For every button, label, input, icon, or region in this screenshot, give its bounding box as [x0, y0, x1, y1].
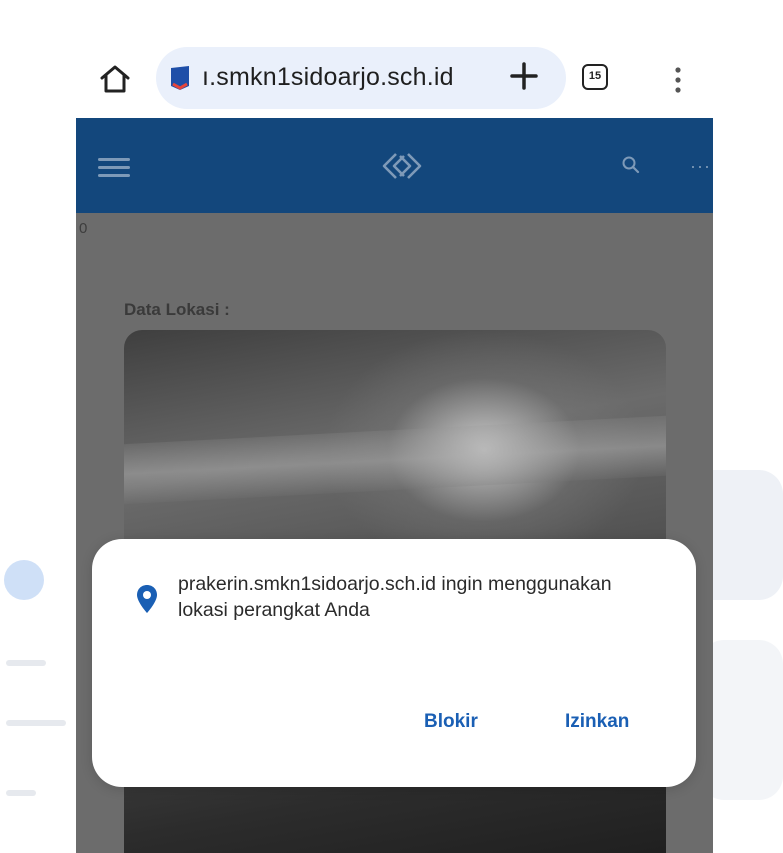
tab-switcher-icon[interactable]: 15 [582, 64, 608, 90]
site-favicon-icon [168, 64, 192, 92]
address-bar[interactable]: ı.smkn1sidoarjo.sch.id [156, 47, 566, 109]
home-icon[interactable] [98, 62, 132, 96]
background-avatar [4, 560, 44, 600]
app-logo-icon[interactable] [376, 148, 428, 184]
hamburger-icon[interactable] [98, 158, 130, 178]
allow-button[interactable]: Izinkan [565, 711, 629, 733]
browser-toolbar: ı.smkn1sidoarjo.sch.id 15 [76, 40, 713, 118]
location-permission-dialog: prakerin.smkn1sidoarjo.sch.id ingin meng… [92, 539, 696, 787]
search-icon[interactable] [621, 155, 641, 175]
permission-message: prakerin.smkn1sidoarjo.sch.id ingin meng… [178, 573, 612, 621]
plus-icon[interactable] [506, 58, 542, 94]
background-line [6, 660, 46, 666]
more-vertical-icon[interactable] [672, 62, 684, 98]
location-pin-icon [136, 584, 158, 614]
section-label: Data Lokasi : [124, 300, 230, 319]
app-header: ··· [76, 118, 713, 213]
background-line [6, 720, 66, 726]
more-horizontal-icon[interactable]: ··· [690, 157, 711, 175]
block-button[interactable]: Blokir [424, 711, 478, 733]
address-text: ı.smkn1sidoarjo.sch.id [202, 63, 454, 91]
background-line [6, 790, 36, 796]
clipped-text: 0 [79, 220, 88, 237]
